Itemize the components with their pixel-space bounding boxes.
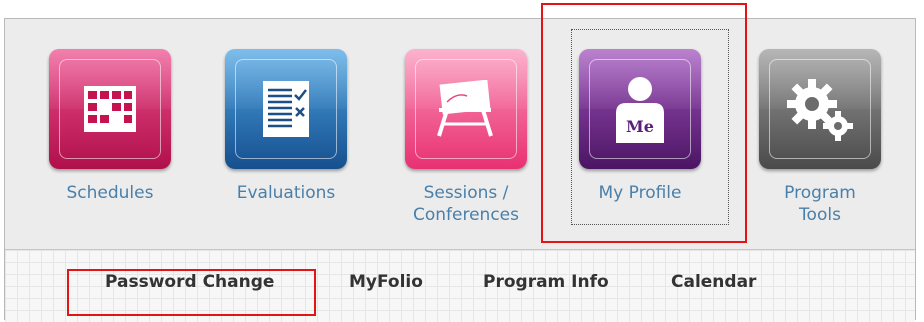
- tile-label-evaluations: Evaluations: [211, 182, 361, 204]
- app-tiles-row: Schedules Evaluations Sessions / Confere…: [5, 19, 915, 249]
- tile-evaluations[interactable]: Evaluations: [211, 19, 361, 249]
- highlight-box-password-change: [67, 269, 316, 316]
- tile-label-line: Schedules: [66, 183, 154, 203]
- tile-label-line: Tools: [799, 205, 841, 225]
- highlight-box-my-profile: [541, 3, 747, 243]
- nav-calendar[interactable]: Calendar: [671, 272, 756, 292]
- calendar-icon: [49, 49, 171, 169]
- gears-icon: [759, 49, 881, 169]
- tile-program-tools[interactable]: Program Tools: [745, 19, 895, 249]
- tile-schedules[interactable]: Schedules: [35, 19, 185, 249]
- checklist-icon: [225, 49, 347, 169]
- tile-label-line: Sessions /: [423, 183, 509, 203]
- tile-label-line: Program: [784, 183, 856, 203]
- nav-myfolio[interactable]: MyFolio: [349, 272, 423, 292]
- tile-label-tools: Program Tools: [745, 182, 895, 226]
- tile-sessions-conferences[interactable]: Sessions / Conferences: [391, 19, 541, 249]
- welcome-sign-icon: [405, 49, 527, 169]
- tile-label-sessions: Sessions / Conferences: [391, 182, 541, 226]
- tile-label-schedules: Schedules: [35, 182, 185, 204]
- nav-program-info[interactable]: Program Info: [483, 272, 609, 292]
- tile-label-line: Evaluations: [236, 183, 336, 203]
- tile-label-line: Conferences: [412, 205, 519, 225]
